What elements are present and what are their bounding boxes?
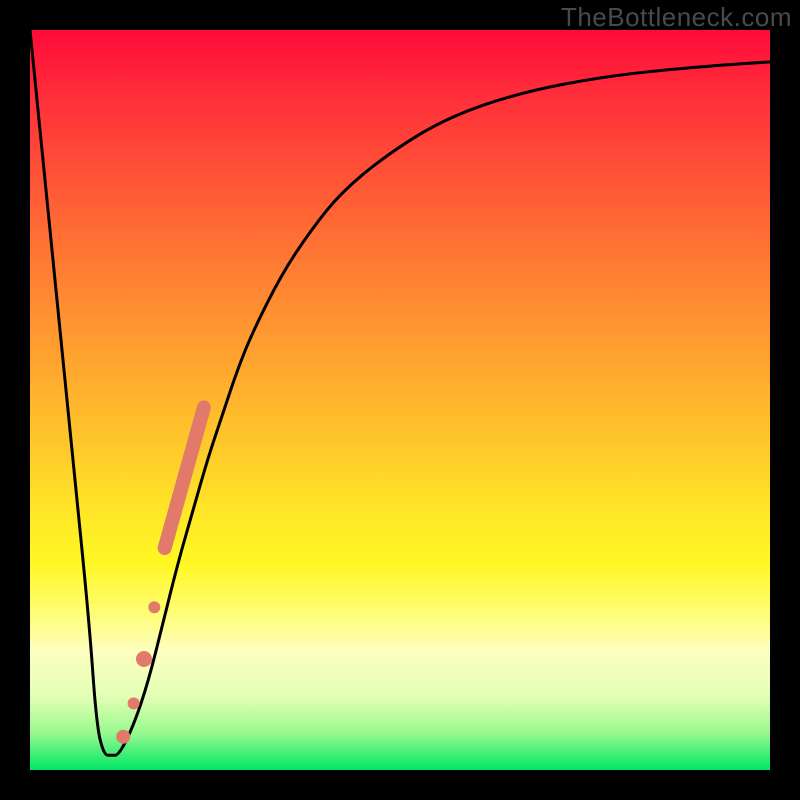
- chart-frame: TheBottleneck.com: [0, 0, 800, 800]
- highlight-markers: [116, 407, 204, 743]
- bottleneck-curve: [30, 30, 770, 755]
- highlight-dot: [148, 601, 160, 613]
- highlight-dot: [128, 697, 140, 709]
- curve-overlay: [30, 30, 770, 770]
- highlight-dot: [136, 651, 152, 667]
- watermark-text: TheBottleneck.com: [561, 2, 792, 33]
- highlight-dot: [116, 730, 130, 744]
- plot-area: [30, 30, 770, 770]
- highlight-segment: [165, 407, 204, 548]
